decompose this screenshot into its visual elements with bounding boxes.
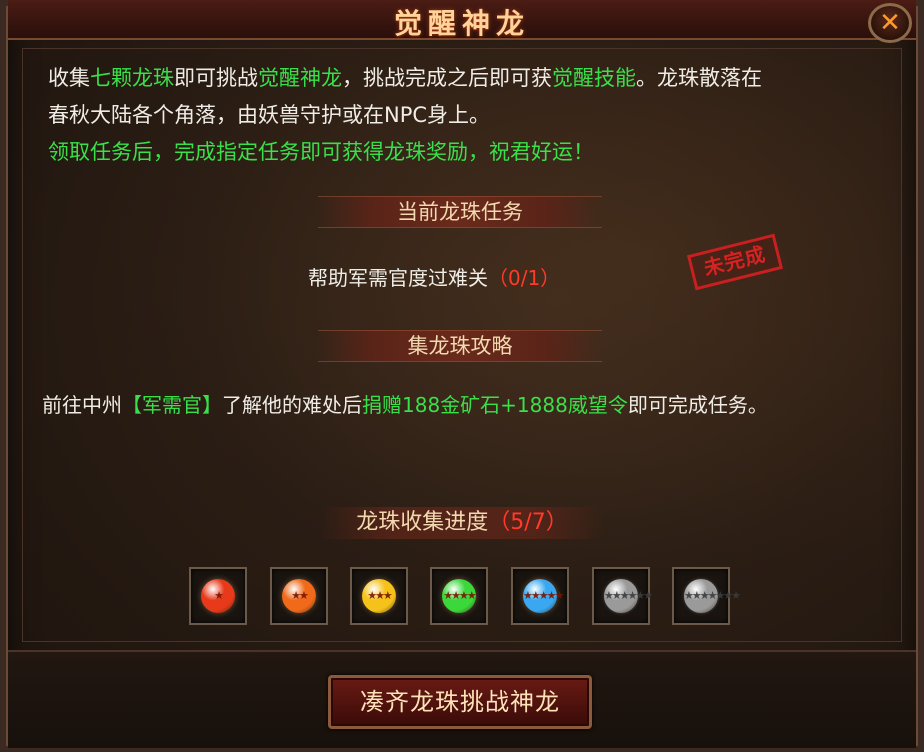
dragon-orb-orange-icon: ★★ <box>282 579 316 613</box>
highlight-awaken-dragon: 觉醒神龙 <box>258 66 342 90</box>
highlight-seven-orbs: 七颗龙珠 <box>90 66 174 90</box>
dragon-orb-gray-icon: ★★★★★★ <box>604 579 653 613</box>
dragon-orb-red-icon: ★ <box>201 579 235 613</box>
intro-line-2: 春秋大陆各个角落，由妖兽守护或在NPC身上。 <box>48 103 491 127</box>
dragon-orb-green-icon: ★★★★ <box>442 579 477 613</box>
donation-requirement: 捐赠188金矿石+1888威望令 <box>362 393 628 417</box>
intro-text-segment: ，挑战完成之后即可获 <box>342 66 552 90</box>
orb-slot[interactable]: ★★★★★★★ <box>672 567 741 625</box>
close-icon: ✕ <box>879 8 901 38</box>
highlight-awaken-skill: 觉醒技能 <box>552 66 636 90</box>
task-progress: （0/1） <box>488 266 561 290</box>
intro-text-segment: 即可挑战 <box>174 66 258 90</box>
title-bar: 觉醒神龙 <box>8 0 916 40</box>
guide-text: 前往中州【军需官】了解他的难处后捐赠188金矿石+1888威望令即可完成任务。 <box>42 389 768 418</box>
guide-header: 集龙珠攻略 <box>318 330 602 362</box>
task-line: 帮助军需官度过难关（0/1） <box>308 262 560 291</box>
guide-text-segment: 了解他的难处后 <box>222 393 362 417</box>
guide-text-segment: 即可完成任务。 <box>627 393 768 417</box>
intro-text-segment: 。龙珠散落在 <box>636 66 762 90</box>
dragon-orb-blue-icon: ★★★★★ <box>523 579 564 613</box>
intro-line-3: 领取任务后，完成指定任务即可获得龙珠奖励，祝君好运！ <box>48 140 594 164</box>
dragon-orb-yellow-icon: ★★★ <box>362 579 396 613</box>
collection-progress-label: 龙珠收集进度（5/7） <box>320 507 604 539</box>
task-name: 帮助军需官度过难关 <box>308 266 488 290</box>
orb-slot[interactable]: ★★★★★ <box>511 567 569 625</box>
dragon-orb-gray-icon: ★★★★★★★ <box>684 579 741 613</box>
window-title: 觉醒神龙 <box>393 7 530 40</box>
guide-text-segment: 前往中州 <box>42 393 122 417</box>
challenge-dragon-button[interactable]: 凑齐龙珠挑战神龙 <box>328 675 592 729</box>
orb-slot[interactable]: ★★★★ <box>430 567 488 625</box>
intro-text-segment: 收集 <box>48 66 90 90</box>
current-task-header: 当前龙珠任务 <box>318 196 602 228</box>
intro-text: 收集七颗龙珠即可挑战觉醒神龙，挑战完成之后即可获觉醒技能。龙珠散落在 春秋大陆各… <box>48 60 888 171</box>
close-button[interactable]: ✕ <box>868 3 912 43</box>
collection-count: （5/7） <box>488 510 568 535</box>
collection-label: 龙珠收集进度 <box>356 510 489 535</box>
orb-slot[interactable]: ★★★★★★ <box>592 567 653 625</box>
orb-slot[interactable]: ★ <box>189 567 247 625</box>
npc-name-link[interactable]: 【军需官】 <box>122 393 222 417</box>
intro-line-1: 收集七颗龙珠即可挑战觉醒神龙，挑战完成之后即可获觉醒技能。龙珠散落在 <box>48 60 888 97</box>
orb-slot[interactable]: ★★★ <box>350 567 408 625</box>
orb-slot[interactable]: ★★ <box>270 567 328 625</box>
